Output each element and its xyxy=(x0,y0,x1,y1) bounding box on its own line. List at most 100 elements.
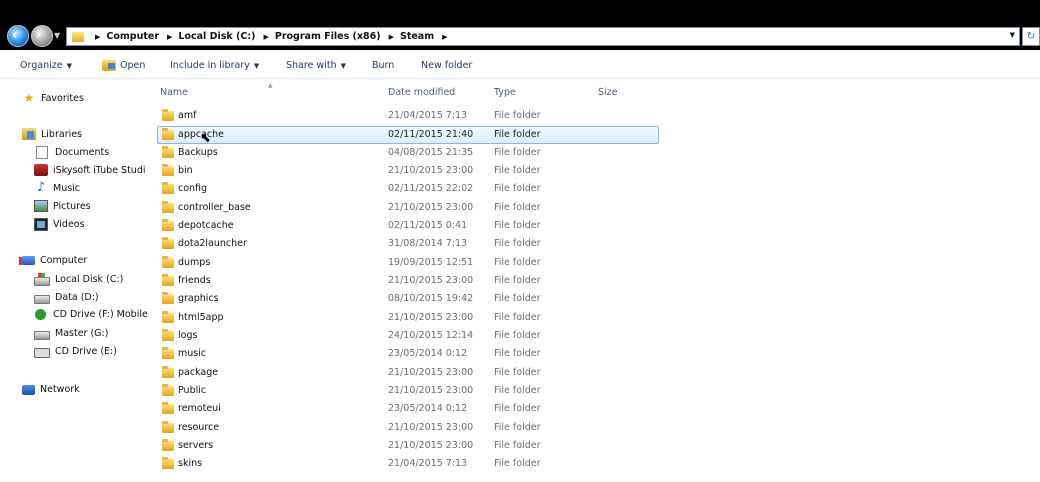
refresh-button[interactable]: ↻ xyxy=(1022,27,1040,46)
column-header-type[interactable]: Type xyxy=(494,87,516,98)
nav-itube[interactable]: iSkysoft iTube Studio xyxy=(34,164,146,176)
chevron-right-icon[interactable]: ▶ xyxy=(389,33,394,41)
share-with-button[interactable]: Share with ▼ xyxy=(286,60,346,71)
nav-local-disk-label: Local Disk (C:) xyxy=(55,274,124,285)
file-row[interactable]: html5app 21/10/2015 23:00 File folder xyxy=(158,310,658,326)
breadcrumb-program-files[interactable]: Program Files (x86) xyxy=(275,31,381,42)
nav-cd-drive-e[interactable]: CD Drive (E:) xyxy=(34,345,117,358)
file-date: 23/05/2014 0:12 xyxy=(388,348,468,359)
file-type: File folder xyxy=(494,110,541,121)
document-icon xyxy=(36,146,48,159)
nav-computer-label: Computer xyxy=(40,255,88,266)
file-row[interactable]: friends 21/10/2015 23:00 File folder xyxy=(158,273,658,289)
address-dropdown-icon[interactable]: ▼ xyxy=(1010,31,1015,39)
nav-pictures[interactable]: Pictures xyxy=(34,200,91,212)
column-header-date-modified[interactable]: Date modified xyxy=(388,87,455,98)
music-icon: ♪ xyxy=(36,180,46,195)
libraries-icon xyxy=(22,128,36,140)
organize-button[interactable]: Organize ▼ xyxy=(20,60,72,71)
breadcrumb-steam[interactable]: Steam xyxy=(400,31,434,42)
file-type: File folder xyxy=(494,129,541,140)
nav-favorites[interactable]: ★ Favorites xyxy=(22,92,84,104)
back-button[interactable]: ‹ xyxy=(7,25,29,47)
chevron-right-icon[interactable]: ▶ xyxy=(167,33,172,41)
recent-pages-dropdown-icon[interactable]: ▼ xyxy=(54,31,60,40)
file-row-selected[interactable]: appcache 02/11/2015 21:40 File folder xyxy=(157,126,659,144)
file-name: skins xyxy=(178,458,203,469)
chevron-right-icon[interactable]: ▶ xyxy=(95,33,100,41)
file-row[interactable]: remoteui 23/05/2014 0:12 File folder xyxy=(158,401,658,417)
forward-button[interactable]: › xyxy=(31,25,53,47)
address-bar[interactable]: ▶ Computer ▶ Local Disk (C:) ▶ Program F… xyxy=(66,27,1020,46)
chevron-right-icon[interactable]: ▶ xyxy=(442,33,447,41)
file-date: 02/11/2015 22:02 xyxy=(388,183,474,194)
file-row[interactable]: dumps 19/09/2015 12:51 File folder xyxy=(158,255,658,271)
breadcrumb-local-disk[interactable]: Local Disk (C:) xyxy=(178,31,255,42)
column-header-name[interactable]: Name xyxy=(160,87,188,98)
file-row[interactable]: Public 21/10/2015 23:00 File folder xyxy=(158,383,658,399)
column-header-size[interactable]: Size xyxy=(598,87,618,98)
mouse-pointer-icon: ⬉ xyxy=(200,131,211,146)
open-button[interactable]: Open xyxy=(102,60,145,71)
nav-cd-drive-f[interactable]: CD Drive (F:) Mobile xyxy=(34,309,148,320)
nav-network[interactable]: Network xyxy=(22,384,80,395)
file-row[interactable]: music 23/05/2014 0:12 File folder xyxy=(158,346,658,362)
file-row[interactable]: controller_base 21/10/2015 23:00 File fold… xyxy=(158,200,658,216)
file-row[interactable]: amf 21/04/2015 7:13 File folder xyxy=(158,108,658,124)
file-type: File folder xyxy=(494,458,541,469)
navigation-pane: ★ Favorites Libraries Documents iSkysoft … xyxy=(0,80,150,482)
file-name: controller_base xyxy=(178,202,251,213)
folder-icon xyxy=(162,182,174,194)
folder-icon xyxy=(162,146,174,158)
sort-indicator-icon: ▲ xyxy=(268,82,273,89)
nav-master-drive[interactable]: Master (G:) xyxy=(34,327,108,340)
nav-local-disk[interactable]: Local Disk (C:) xyxy=(34,273,123,286)
nav-data-drive[interactable]: Data (D:) xyxy=(34,291,99,304)
file-name: dumps xyxy=(178,257,211,268)
file-date: 21/04/2015 7:13 xyxy=(388,458,468,469)
chevron-down-icon: ▼ xyxy=(340,61,346,70)
folder-icon xyxy=(162,384,174,396)
nav-videos[interactable]: Videos xyxy=(34,218,85,231)
file-row[interactable]: package 21/10/2015 23:00 File folder xyxy=(158,365,658,381)
file-date: 08/10/2015 19:42 xyxy=(388,293,474,304)
folder-icon xyxy=(162,366,174,378)
chevron-right-icon[interactable]: ▶ xyxy=(263,33,268,41)
file-row[interactable]: bin 21/10/2015 23:00 File folder xyxy=(158,163,658,179)
file-type: File folder xyxy=(494,440,541,451)
file-name: dota2launcher xyxy=(178,238,247,249)
file-date: 21/04/2015 7:13 xyxy=(388,110,468,121)
file-row[interactable]: skins 21/04/2015 7:13 File folder xyxy=(158,456,658,472)
nav-computer[interactable]: Computer xyxy=(19,255,88,266)
breadcrumb-computer[interactable]: Computer xyxy=(106,31,159,42)
include-in-library-button[interactable]: Include in library ▼ xyxy=(170,60,259,71)
burn-button[interactable]: Burn xyxy=(372,60,394,71)
share-with-label: Share with xyxy=(286,60,337,71)
file-type: File folder xyxy=(494,165,541,176)
file-row[interactable]: Backups 04/08/2015 21:35 File folder xyxy=(158,145,658,161)
file-row[interactable]: servers 21/10/2015 23:00 File folder xyxy=(158,438,658,454)
drive-icon xyxy=(34,295,50,304)
file-row[interactable]: graphics 08/10/2015 19:42 File folder xyxy=(158,291,658,307)
file-name: html5app xyxy=(178,312,224,323)
organize-label: Organize xyxy=(20,60,63,71)
file-date: 21/10/2015 23:00 xyxy=(388,165,474,176)
file-row[interactable]: logs 24/10/2015 12:14 File folder xyxy=(158,328,658,344)
file-row[interactable]: dota2launcher 31/08/2014 7:13 File folder xyxy=(158,236,658,252)
file-type: File folder xyxy=(494,275,541,286)
folder-icon xyxy=(162,237,174,249)
file-type: File folder xyxy=(494,147,541,158)
nav-libraries[interactable]: Libraries xyxy=(22,128,82,140)
file-row[interactable]: depotcache 02/11/2015 0:41 File folder xyxy=(158,218,658,234)
folder-icon xyxy=(162,311,174,323)
drive-icon xyxy=(34,331,50,340)
file-name: servers xyxy=(178,440,214,451)
nav-music[interactable]: ♪ Music xyxy=(34,180,80,195)
file-row[interactable]: config 02/11/2015 22:02 File folder xyxy=(158,181,658,197)
new-folder-label: New folder xyxy=(421,60,473,71)
file-type: File folder xyxy=(494,422,541,433)
nav-documents[interactable]: Documents xyxy=(34,146,109,159)
file-row[interactable]: resource 21/10/2015 23:00 File folder xyxy=(158,420,658,436)
file-date: 21/10/2015 23:00 xyxy=(388,275,474,286)
new-folder-button[interactable]: New folder xyxy=(421,60,472,71)
